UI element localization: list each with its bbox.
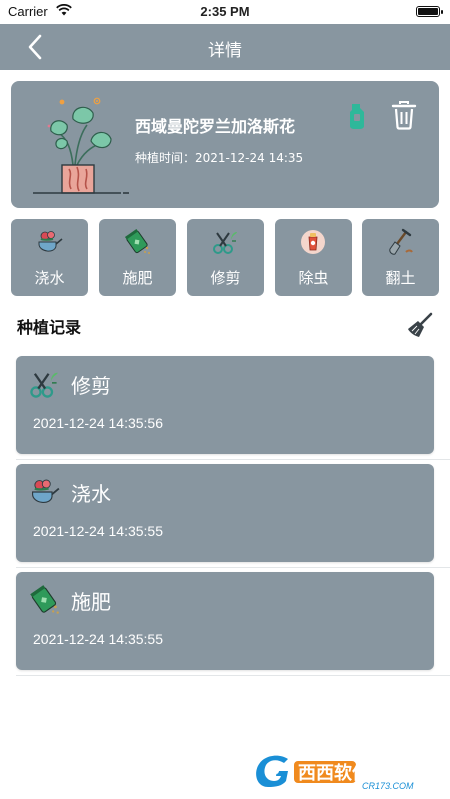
record-type: 修剪 <box>71 374 111 398</box>
record-item[interactable]: 修剪 2021-12-24 14:35:56 <box>16 356 434 454</box>
prune-label: 修剪 <box>210 269 241 287</box>
fertilize-button[interactable]: 施肥 <box>99 219 176 296</box>
divider <box>16 675 450 676</box>
record-time: 2021-12-24 14:35:56 <box>33 415 163 431</box>
shovel-icon <box>389 228 413 255</box>
records-title: 种植记录 <box>17 318 82 337</box>
pest-control-label: 除虫 <box>298 269 329 287</box>
water-label: 浇水 <box>34 269 65 287</box>
clock: 2:35 PM <box>200 4 250 19</box>
record-type: 浇水 <box>71 482 111 506</box>
water-button[interactable]: 浇水 <box>11 219 88 296</box>
till-soil-label: 翻土 <box>385 269 416 287</box>
record-item[interactable]: 施肥 2021-12-24 14:35:55 <box>16 572 434 670</box>
watering-can-icon <box>38 231 63 252</box>
plant-date: 种植时间：2021-12-24 14:35 <box>135 149 303 166</box>
edit-icon[interactable] <box>346 102 368 130</box>
pest-control-icon <box>301 230 325 254</box>
pruning-shears-icon <box>30 372 58 398</box>
plant-name: 西域曼陀罗兰加洛斯花 <box>135 117 296 136</box>
broom-icon[interactable] <box>407 312 433 338</box>
watering-can-icon <box>32 479 60 503</box>
records-header: 种植记录 <box>17 312 433 338</box>
status-bar: Carrier 2:35 PM <box>0 0 450 24</box>
record-time: 2021-12-24 14:35:55 <box>33 523 163 539</box>
battery-icon <box>416 6 443 17</box>
plant-date-value: 2021-12-24 14:35 <box>195 151 304 165</box>
divider <box>16 567 450 568</box>
pest-control-button[interactable]: 除虫 <box>275 219 352 296</box>
fertilize-label: 施肥 <box>122 269 153 287</box>
record-time: 2021-12-24 14:35:55 <box>33 631 163 647</box>
page-title: 详情 <box>208 41 242 61</box>
watermark-url: CR173.COM <box>362 781 414 791</box>
care-actions: 浇水 施肥 修剪 除虫 翻土 <box>11 219 439 296</box>
prune-button[interactable]: 修剪 <box>187 219 264 296</box>
watermark-logo: 西西软件园 CR173.COM <box>256 755 414 791</box>
record-type: 施肥 <box>71 590 111 614</box>
fertilizer-icon <box>124 228 150 254</box>
divider <box>16 459 450 460</box>
pruning-shears-icon <box>213 232 237 254</box>
plant-info-card: 西域曼陀罗兰加洛斯花 种植时间：2021-12-24 14:35 <box>11 81 439 208</box>
record-item[interactable]: 浇水 2021-12-24 14:35:55 <box>16 464 434 562</box>
fertilizer-icon <box>30 585 59 614</box>
plant-date-label: 种植时间： <box>135 151 196 165</box>
till-soil-button[interactable]: 翻土 <box>362 219 439 296</box>
nav-bar: 详情 <box>0 24 450 70</box>
trash-icon[interactable] <box>391 100 417 130</box>
potted-plant-illustration-icon <box>33 97 129 194</box>
